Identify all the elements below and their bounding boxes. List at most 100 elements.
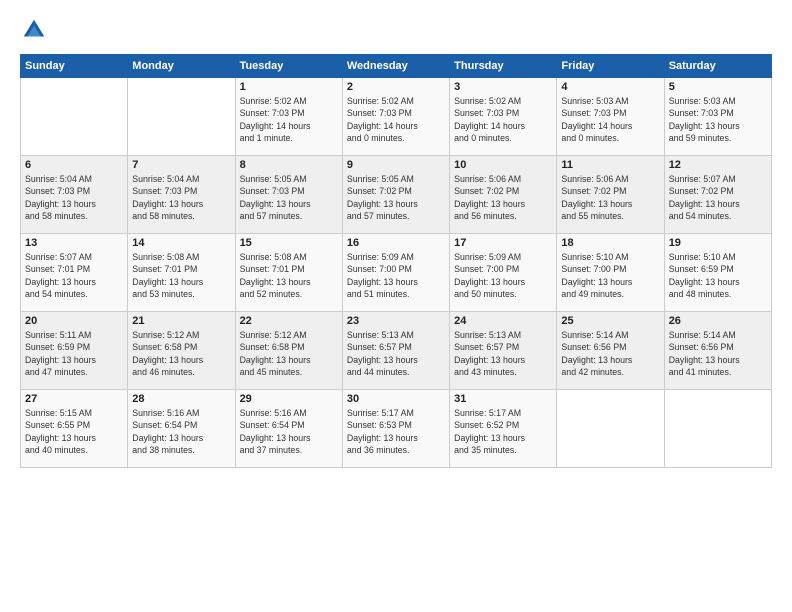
- header-cell-wednesday: Wednesday: [342, 55, 449, 78]
- day-info: Sunrise: 5:09 AM Sunset: 7:00 PM Dayligh…: [454, 251, 552, 300]
- day-number: 29: [240, 393, 338, 405]
- day-info: Sunrise: 5:02 AM Sunset: 7:03 PM Dayligh…: [347, 95, 445, 144]
- day-info: Sunrise: 5:16 AM Sunset: 6:54 PM Dayligh…: [240, 407, 338, 456]
- header-cell-tuesday: Tuesday: [235, 55, 342, 78]
- calendar-header: SundayMondayTuesdayWednesdayThursdayFrid…: [21, 55, 772, 78]
- day-cell: 26 Sunrise: 5:14 AM Sunset: 6:56 PM Dayli…: [664, 312, 771, 390]
- day-cell: 20 Sunrise: 5:11 AM Sunset: 6:59 PM Dayli…: [21, 312, 128, 390]
- week-row-2: 6 Sunrise: 5:04 AM Sunset: 7:03 PM Daylig…: [21, 156, 772, 234]
- day-number: 14: [132, 237, 230, 249]
- day-cell: 7 Sunrise: 5:04 AM Sunset: 7:03 PM Daylig…: [128, 156, 235, 234]
- day-info: Sunrise: 5:17 AM Sunset: 6:52 PM Dayligh…: [454, 407, 552, 456]
- day-number: 12: [669, 159, 767, 171]
- day-cell: 22 Sunrise: 5:12 AM Sunset: 6:58 PM Dayli…: [235, 312, 342, 390]
- day-number: 22: [240, 315, 338, 327]
- calendar-table: SundayMondayTuesdayWednesdayThursdayFrid…: [20, 54, 772, 468]
- day-number: 27: [25, 393, 123, 405]
- day-info: Sunrise: 5:09 AM Sunset: 7:00 PM Dayligh…: [347, 251, 445, 300]
- logo-icon: [20, 16, 48, 44]
- day-number: 7: [132, 159, 230, 171]
- day-cell: 28 Sunrise: 5:16 AM Sunset: 6:54 PM Dayli…: [128, 390, 235, 468]
- day-cell: 27 Sunrise: 5:15 AM Sunset: 6:55 PM Dayli…: [21, 390, 128, 468]
- day-cell: 6 Sunrise: 5:04 AM Sunset: 7:03 PM Daylig…: [21, 156, 128, 234]
- day-number: 9: [347, 159, 445, 171]
- header-cell-sunday: Sunday: [21, 55, 128, 78]
- day-info: Sunrise: 5:13 AM Sunset: 6:57 PM Dayligh…: [347, 329, 445, 378]
- day-cell: 25 Sunrise: 5:14 AM Sunset: 6:56 PM Dayli…: [557, 312, 664, 390]
- day-cell: 15Sunrise: 5:08 AM Sunset: 7:01 PM Dayli…: [235, 234, 342, 312]
- week-row-3: 13Sunrise: 5:07 AM Sunset: 7:01 PM Dayli…: [21, 234, 772, 312]
- day-cell: 18Sunrise: 5:10 AM Sunset: 7:00 PM Dayli…: [557, 234, 664, 312]
- day-number: 2: [347, 81, 445, 93]
- day-info: Sunrise: 5:03 AM Sunset: 7:03 PM Dayligh…: [669, 95, 767, 144]
- day-info: Sunrise: 5:06 AM Sunset: 7:02 PM Dayligh…: [561, 173, 659, 222]
- day-number: 6: [25, 159, 123, 171]
- day-info: Sunrise: 5:15 AM Sunset: 6:55 PM Dayligh…: [25, 407, 123, 456]
- week-row-1: 1 Sunrise: 5:02 AM Sunset: 7:03 PM Daylig…: [21, 78, 772, 156]
- day-cell: [21, 78, 128, 156]
- day-number: 5: [669, 81, 767, 93]
- day-number: 17: [454, 237, 552, 249]
- day-info: Sunrise: 5:06 AM Sunset: 7:02 PM Dayligh…: [454, 173, 552, 222]
- day-info: Sunrise: 5:16 AM Sunset: 6:54 PM Dayligh…: [132, 407, 230, 456]
- day-number: 11: [561, 159, 659, 171]
- day-number: 21: [132, 315, 230, 327]
- day-cell: 30Sunrise: 5:17 AM Sunset: 6:53 PM Dayli…: [342, 390, 449, 468]
- day-number: 16: [347, 237, 445, 249]
- day-info: Sunrise: 5:14 AM Sunset: 6:56 PM Dayligh…: [561, 329, 659, 378]
- day-number: 15: [240, 237, 338, 249]
- day-cell: 23 Sunrise: 5:13 AM Sunset: 6:57 PM Dayli…: [342, 312, 449, 390]
- day-info: Sunrise: 5:12 AM Sunset: 6:58 PM Dayligh…: [240, 329, 338, 378]
- day-cell: 8 Sunrise: 5:05 AM Sunset: 7:03 PM Daylig…: [235, 156, 342, 234]
- day-cell: 17 Sunrise: 5:09 AM Sunset: 7:00 PM Dayli…: [450, 234, 557, 312]
- day-number: 31: [454, 393, 552, 405]
- header: [20, 16, 772, 44]
- day-number: 24: [454, 315, 552, 327]
- day-info: Sunrise: 5:05 AM Sunset: 7:02 PM Dayligh…: [347, 173, 445, 222]
- page: SundayMondayTuesdayWednesdayThursdayFrid…: [0, 0, 792, 612]
- day-number: 28: [132, 393, 230, 405]
- day-cell: 10Sunrise: 5:06 AM Sunset: 7:02 PM Dayli…: [450, 156, 557, 234]
- day-number: 25: [561, 315, 659, 327]
- day-cell: 29 Sunrise: 5:16 AM Sunset: 6:54 PM Dayli…: [235, 390, 342, 468]
- day-info: Sunrise: 5:07 AM Sunset: 7:01 PM Dayligh…: [25, 251, 123, 300]
- day-info: Sunrise: 5:13 AM Sunset: 6:57 PM Dayligh…: [454, 329, 552, 378]
- day-cell: 5 Sunrise: 5:03 AM Sunset: 7:03 PM Daylig…: [664, 78, 771, 156]
- header-cell-monday: Monday: [128, 55, 235, 78]
- day-cell: 9 Sunrise: 5:05 AM Sunset: 7:02 PM Daylig…: [342, 156, 449, 234]
- day-cell: [664, 390, 771, 468]
- calendar-body: 1 Sunrise: 5:02 AM Sunset: 7:03 PM Daylig…: [21, 78, 772, 468]
- day-number: 1: [240, 81, 338, 93]
- day-number: 20: [25, 315, 123, 327]
- day-cell: 16 Sunrise: 5:09 AM Sunset: 7:00 PM Dayli…: [342, 234, 449, 312]
- day-number: 23: [347, 315, 445, 327]
- day-info: Sunrise: 5:14 AM Sunset: 6:56 PM Dayligh…: [669, 329, 767, 378]
- day-info: Sunrise: 5:17 AM Sunset: 6:53 PM Dayligh…: [347, 407, 445, 456]
- day-info: Sunrise: 5:12 AM Sunset: 6:58 PM Dayligh…: [132, 329, 230, 378]
- header-cell-thursday: Thursday: [450, 55, 557, 78]
- day-info: Sunrise: 5:04 AM Sunset: 7:03 PM Dayligh…: [25, 173, 123, 222]
- day-cell: [128, 78, 235, 156]
- day-cell: 13Sunrise: 5:07 AM Sunset: 7:01 PM Dayli…: [21, 234, 128, 312]
- day-number: 26: [669, 315, 767, 327]
- week-row-5: 27 Sunrise: 5:15 AM Sunset: 6:55 PM Dayli…: [21, 390, 772, 468]
- day-info: Sunrise: 5:04 AM Sunset: 7:03 PM Dayligh…: [132, 173, 230, 222]
- day-info: Sunrise: 5:02 AM Sunset: 7:03 PM Dayligh…: [240, 95, 338, 144]
- logo: [20, 16, 52, 44]
- day-cell: 12 Sunrise: 5:07 AM Sunset: 7:02 PM Dayli…: [664, 156, 771, 234]
- day-cell: 4 Sunrise: 5:03 AM Sunset: 7:03 PM Daylig…: [557, 78, 664, 156]
- day-number: 3: [454, 81, 552, 93]
- header-cell-saturday: Saturday: [664, 55, 771, 78]
- day-number: 8: [240, 159, 338, 171]
- day-number: 19: [669, 237, 767, 249]
- day-cell: 21 Sunrise: 5:12 AM Sunset: 6:58 PM Dayli…: [128, 312, 235, 390]
- day-info: Sunrise: 5:07 AM Sunset: 7:02 PM Dayligh…: [669, 173, 767, 222]
- day-info: Sunrise: 5:11 AM Sunset: 6:59 PM Dayligh…: [25, 329, 123, 378]
- day-info: Sunrise: 5:02 AM Sunset: 7:03 PM Dayligh…: [454, 95, 552, 144]
- day-info: Sunrise: 5:03 AM Sunset: 7:03 PM Dayligh…: [561, 95, 659, 144]
- day-cell: 1 Sunrise: 5:02 AM Sunset: 7:03 PM Daylig…: [235, 78, 342, 156]
- day-info: Sunrise: 5:05 AM Sunset: 7:03 PM Dayligh…: [240, 173, 338, 222]
- day-number: 4: [561, 81, 659, 93]
- day-cell: [557, 390, 664, 468]
- header-cell-friday: Friday: [557, 55, 664, 78]
